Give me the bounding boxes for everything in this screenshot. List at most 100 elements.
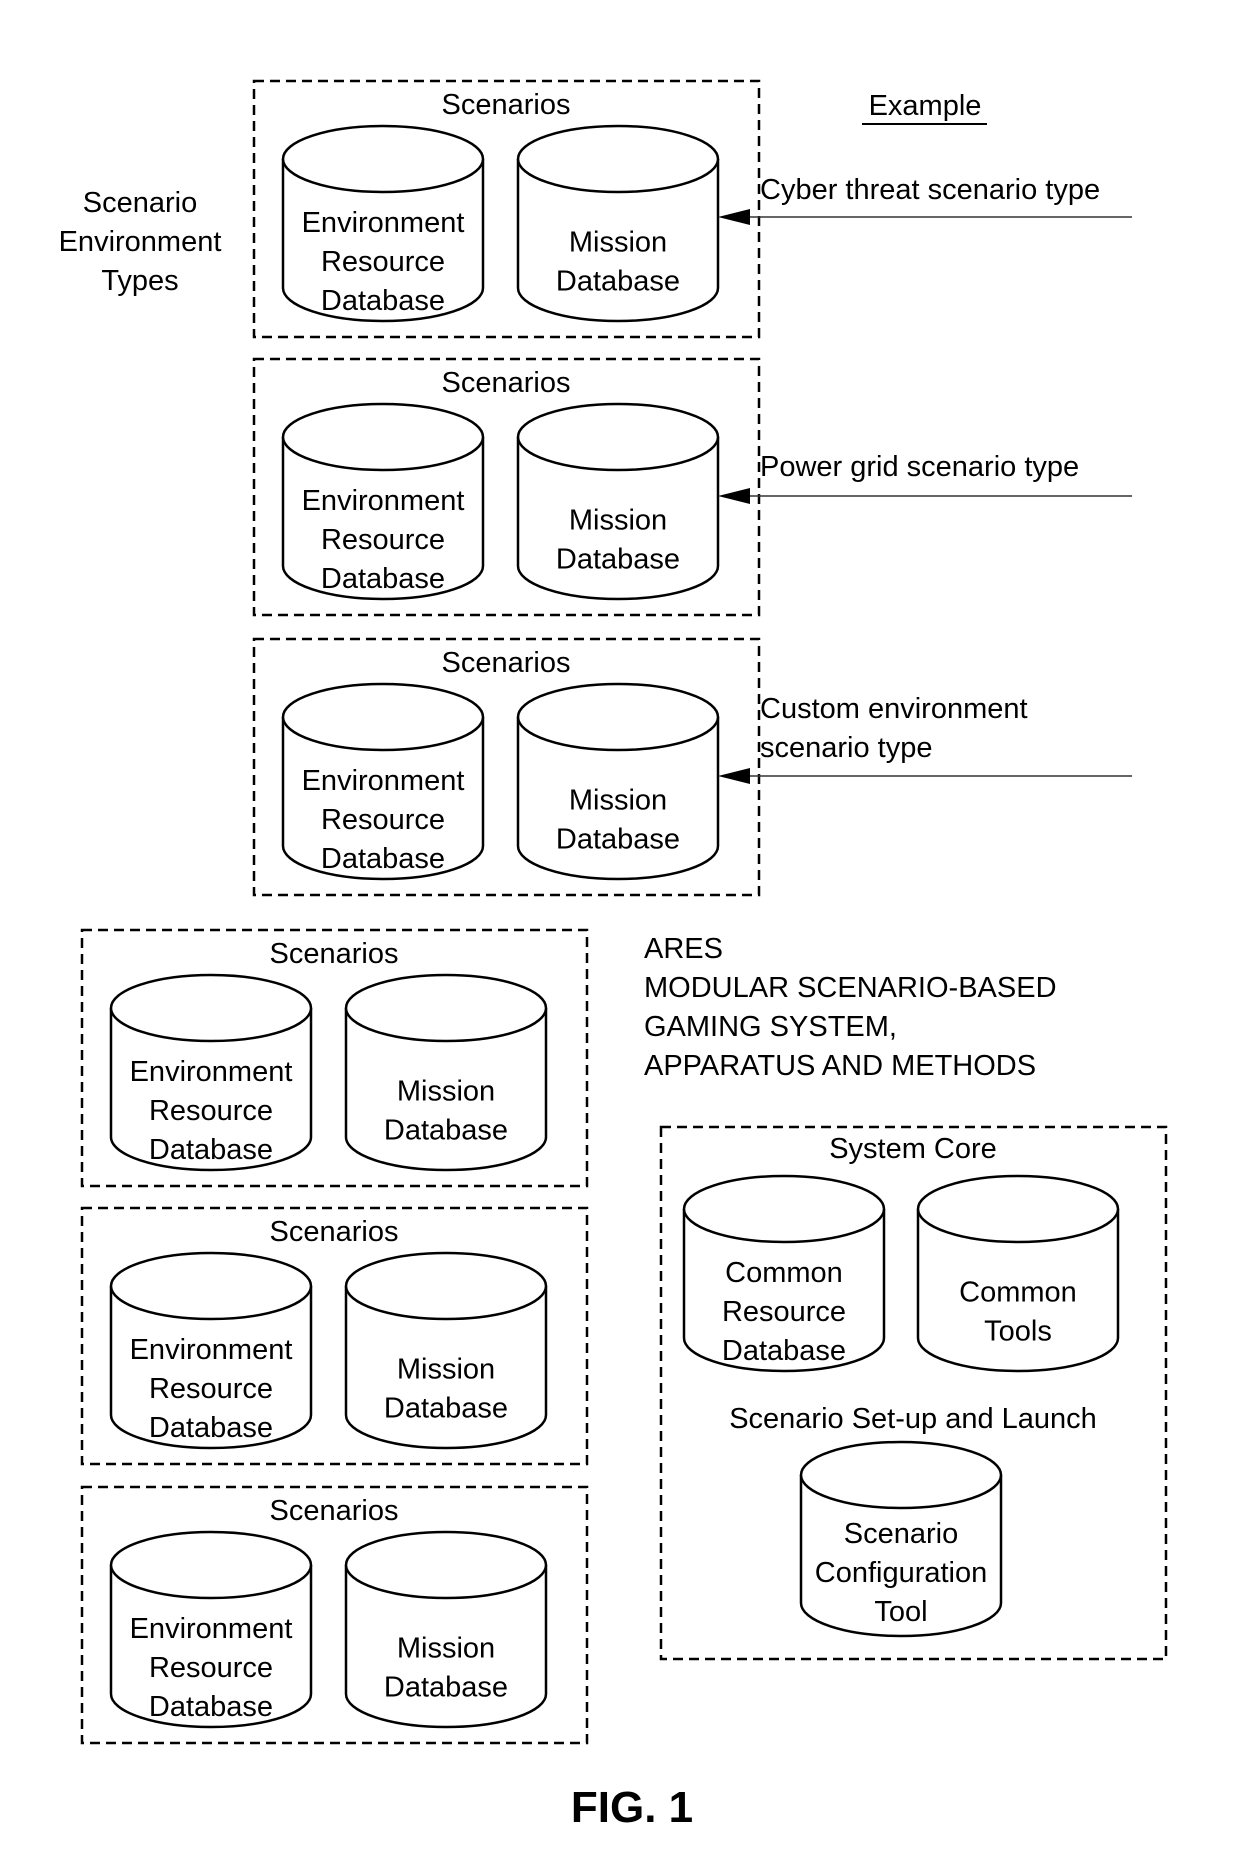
example-arrow: Cyber threat scenario type	[718, 174, 1132, 225]
environment-resource-database: Environment Resource Database	[281, 402, 485, 601]
database-label-line: Database	[556, 266, 680, 298]
left-label-line: Environment	[59, 226, 222, 258]
database-label-line: Resource	[149, 1652, 273, 1684]
database-label-line: Environment	[302, 765, 465, 797]
left-label-line: Types	[101, 265, 178, 297]
database-label-line: Mission	[397, 1354, 495, 1386]
database-label-line: Common	[725, 1257, 843, 1289]
scenario-group-title: Scenarios	[442, 647, 571, 679]
mission-database: Mission Database	[516, 682, 720, 881]
scenario-group-box: ScenariosEnvironmentResourceDatabaseMiss…	[252, 79, 1132, 339]
database-label-line: Database	[384, 1672, 508, 1704]
database-label-line: Configuration	[815, 1557, 988, 1589]
common-tools-database: Common Tools	[916, 1174, 1120, 1373]
database-label-line: Database	[149, 1412, 273, 1444]
cylinder-top	[281, 682, 485, 752]
database-label-line: Common	[959, 1277, 1077, 1309]
figure-label: FIG. 1	[571, 1783, 693, 1832]
database-label-line: Environment	[302, 207, 465, 239]
example-heading-text: Example	[869, 90, 982, 122]
database-label-line: Database	[149, 1691, 273, 1723]
scenario-configuration-tool: Scenario Configuration Tool	[799, 1440, 1003, 1638]
example-arrow: Power grid scenario type	[718, 451, 1132, 504]
scenario-group-box: ScenariosEnvironmentResourceDatabaseMiss…	[252, 357, 1132, 617]
database-label-line: Resource	[321, 804, 445, 836]
mission-database: Mission Database	[344, 1530, 548, 1729]
left-label-line: Scenario	[83, 187, 197, 219]
database-label-line: Mission	[569, 227, 667, 259]
database-label-line: Database	[556, 544, 680, 576]
environment-resource-database: Environment Resource Database	[281, 124, 485, 323]
cylinder-top	[344, 973, 548, 1043]
system-core-title: System Core	[829, 1133, 997, 1165]
database-label-line: Environment	[130, 1334, 293, 1366]
database-label-line: Mission	[397, 1076, 495, 1108]
cylinder-top	[516, 402, 720, 472]
database-label-line: Database	[321, 563, 445, 595]
database-label-line: Mission	[569, 505, 667, 537]
database-label-line: Resource	[321, 246, 445, 278]
cylinder-top	[516, 682, 720, 752]
system-title-line: GAMING SYSTEM,	[644, 1011, 897, 1043]
arrow-head-icon	[718, 768, 750, 784]
arrow-head-icon	[718, 488, 750, 504]
database-label-line: Resource	[321, 524, 445, 556]
scenario-setup-label: Scenario Set-up and Launch	[729, 1403, 1097, 1435]
environment-resource-database: Environment Resource Database	[109, 973, 313, 1172]
scenario-group-title: Scenarios	[442, 89, 571, 121]
database-label-line: Database	[384, 1115, 508, 1147]
database-label-line: Database	[556, 824, 680, 856]
database-label-line: Database	[321, 843, 445, 875]
database-label-line: Mission	[397, 1633, 495, 1665]
scenario-group-box: ScenariosEnvironmentResourceDatabaseMiss…	[252, 637, 1132, 897]
arrow-head-icon	[718, 209, 750, 225]
mission-database: Mission Database	[516, 124, 720, 323]
scenario-environment-types-label: Scenario Environment Types	[59, 187, 222, 297]
database-label-line: Resource	[722, 1296, 846, 1328]
system-title-line: MODULAR SCENARIO-BASED	[644, 972, 1057, 1004]
cylinder-top	[109, 1251, 313, 1321]
example-arrow: Custom environment scenario type	[718, 693, 1132, 784]
system-title-line: ARES	[644, 933, 723, 965]
cylinder-top	[344, 1530, 548, 1600]
cylinder-top	[344, 1251, 548, 1321]
ares-system-diagram: Scenario Environment Types Example Scena…	[59, 79, 1168, 1832]
cylinder-top	[516, 124, 720, 194]
mission-database: Mission Database	[344, 973, 548, 1172]
scenario-group-box: ScenariosEnvironmentResourceDatabaseMiss…	[80, 1485, 589, 1745]
database-label-line: Database	[149, 1134, 273, 1166]
database-label-line: Resource	[149, 1373, 273, 1405]
database-label-line: Database	[722, 1335, 846, 1367]
database-label-line: Environment	[130, 1056, 293, 1088]
database-label-line: Scenario	[844, 1518, 958, 1550]
mission-database: Mission Database	[344, 1251, 548, 1450]
cylinder-top	[281, 124, 485, 194]
example-heading: Example	[862, 90, 987, 125]
cylinder-top	[281, 402, 485, 472]
database-label-line: Environment	[130, 1613, 293, 1645]
database-label-line: Mission	[569, 785, 667, 817]
common-resource-database: Common Resource Database	[682, 1174, 886, 1373]
environment-resource-database: Environment Resource Database	[109, 1251, 313, 1450]
scenario-group-title: Scenarios	[270, 1495, 399, 1527]
cylinder-top	[109, 1530, 313, 1600]
database-label-line: Resource	[149, 1095, 273, 1127]
environment-resource-database: Environment Resource Database	[281, 682, 485, 881]
mission-database: Mission Database	[516, 402, 720, 601]
cylinder-top	[109, 973, 313, 1043]
scenario-group-title: Scenarios	[270, 938, 399, 970]
database-label-line: Tools	[984, 1316, 1052, 1348]
cylinder-top	[682, 1174, 886, 1244]
database-label-line: Database	[321, 285, 445, 317]
system-title: ARES MODULAR SCENARIO-BASED GAMING SYSTE…	[644, 933, 1057, 1082]
environment-resource-database: Environment Resource Database	[109, 1530, 313, 1729]
scenario-group-box: ScenariosEnvironmentResourceDatabaseMiss…	[80, 1206, 589, 1466]
database-label-line: Tool	[874, 1596, 927, 1628]
scenario-group-title: Scenarios	[442, 367, 571, 399]
database-label-line: Environment	[302, 485, 465, 517]
cylinder-top	[916, 1174, 1120, 1244]
system-core-box: System Core Scenario Set-up and Launch C…	[659, 1125, 1168, 1661]
example-label-line: Cyber threat scenario type	[760, 174, 1100, 206]
cylinder-top	[799, 1440, 1003, 1510]
example-label-line: Power grid scenario type	[760, 451, 1079, 483]
